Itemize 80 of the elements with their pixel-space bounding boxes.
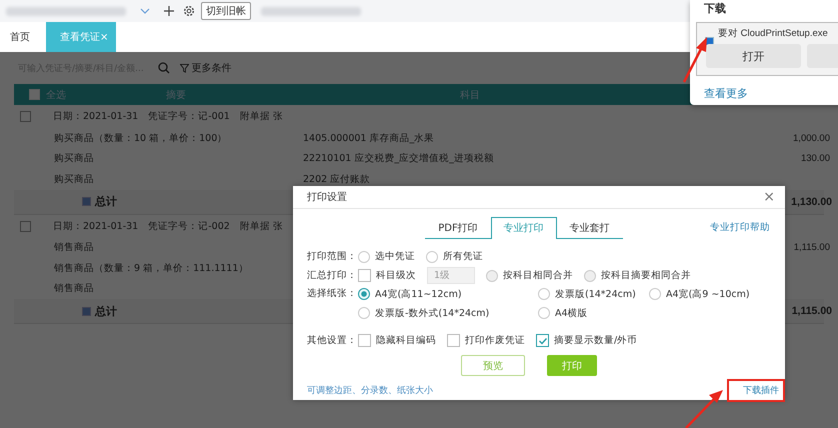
checkbox[interactable] [536,334,549,347]
settings-icon[interactable] [183,5,195,17]
table-cell: 销售商品 [54,282,94,296]
option-label: 按科目相同合并 [503,269,573,282]
option-label: 发票版(14*24cm) [555,288,636,300]
field-label: 打印范围： [307,250,353,263]
panel-title: 下载 [703,1,727,16]
option-label: A4宽(高9 ~10cm) [666,288,750,300]
collapse-icon[interactable] [82,197,91,206]
help-link[interactable]: 专业打印帮助 [710,221,770,234]
checkbox[interactable] [358,269,371,282]
field-label: 选择纸张： [307,287,353,300]
voucher-info: 凭证字号：记-002 [148,220,230,232]
tab[interactable]: 查看凭证× [46,22,116,52]
voucher-info: 日期：2021-01-31 [53,110,138,123]
column-header: 科目 [460,88,480,102]
arrow [682,37,707,83]
voucher-info: 日期：2021-01-31 [53,220,138,232]
total-amount: 1,115.00 [792,305,832,317]
open-button[interactable]: 打开 [706,44,801,68]
option-label: 发票版-数外式(14*24cm) [375,306,490,320]
table-cell: 购买商品 [54,172,94,186]
hint-text: 可调整边距、分录数、纸张大小 [307,384,433,397]
tab[interactable]: 专业打印 [490,217,557,239]
option-label: 所有凭证 [443,250,483,263]
table-cell: 1,115.00 [794,242,830,254]
switch-button[interactable]: 切到旧帐 [201,2,251,20]
table-cell: 购买商品 [54,152,94,166]
table-cell: 1405.000001 库存商品_水果 [303,132,434,145]
checkbox[interactable] [358,334,371,347]
radio-button[interactable] [538,288,550,300]
radio-button[interactable] [649,288,661,300]
download-link[interactable]: 下载插件 [743,386,779,396]
voucher-info: 附单据 张 [240,220,283,232]
column-header: 全选 [46,88,66,102]
field-label: 其他设置： [307,334,353,347]
radio-button[interactable] [358,250,370,262]
total-amount: 1,130.00 [791,196,832,208]
plus-icon[interactable] [164,6,174,16]
table-cell: 购买商品（数量：10 箱，单价：100） [54,132,228,145]
search-icon[interactable] [158,62,170,74]
radio-button[interactable] [358,288,370,300]
dialog-title: 打印设置 [307,190,347,204]
column-header: 摘要 [166,88,186,102]
preview-button[interactable]: 预览 [461,355,525,376]
filter-icon[interactable] [180,64,189,72]
total-label: 总计 [95,304,117,318]
checkbox[interactable] [20,220,31,232]
download-message: 要对 CloudPrintSetup.exe [718,27,829,40]
radio-button[interactable] [426,250,438,262]
table-cell: 销售商品 [54,241,94,254]
table-cell: 1,000.00 [793,132,830,144]
checkbox[interactable] [20,111,31,122]
option-label: A4宽(高11~12cm) [375,288,462,300]
option-label: A4横版 [555,306,588,320]
option-label: 科目级次 [376,269,416,282]
option-label: 隐藏科目编码 [376,334,436,347]
tab[interactable]: 首页 [0,22,40,52]
table-cell: 2202 应付账款 [303,172,370,186]
radio-button[interactable] [358,307,370,319]
voucher-info: 凭证字号：记-001 [148,110,230,123]
close-button[interactable]: × [763,189,775,205]
chevron-down-icon[interactable] [140,6,150,16]
filter-dropdown[interactable]: 更多条件 [192,61,232,75]
option-label: 打印作废凭证 [465,334,525,347]
radio-button[interactable] [538,307,550,319]
voucher-info: 附单据 张 [240,110,283,123]
table-cell: 22210101 应交税费_应交增值税_进项税额 [303,152,494,166]
table-cell: 销售商品（数量：9 箱，单价：111.1111） [54,262,248,275]
checkbox[interactable] [447,334,460,347]
option-label: 选中凭证 [375,250,415,263]
table-cell: 130.00 [800,153,830,164]
level-select[interactable]: 1级 [427,267,475,284]
option-label: 摘要显示数量/外币 [554,334,638,347]
option-label: 按科目摘要相同合并 [601,269,691,282]
field-label: 汇总打印： [307,269,353,282]
more-link[interactable]: 查看更多 [704,86,748,101]
collapse-icon[interactable] [82,306,91,316]
total-label: 总计 [95,194,117,209]
arrow [685,390,723,428]
